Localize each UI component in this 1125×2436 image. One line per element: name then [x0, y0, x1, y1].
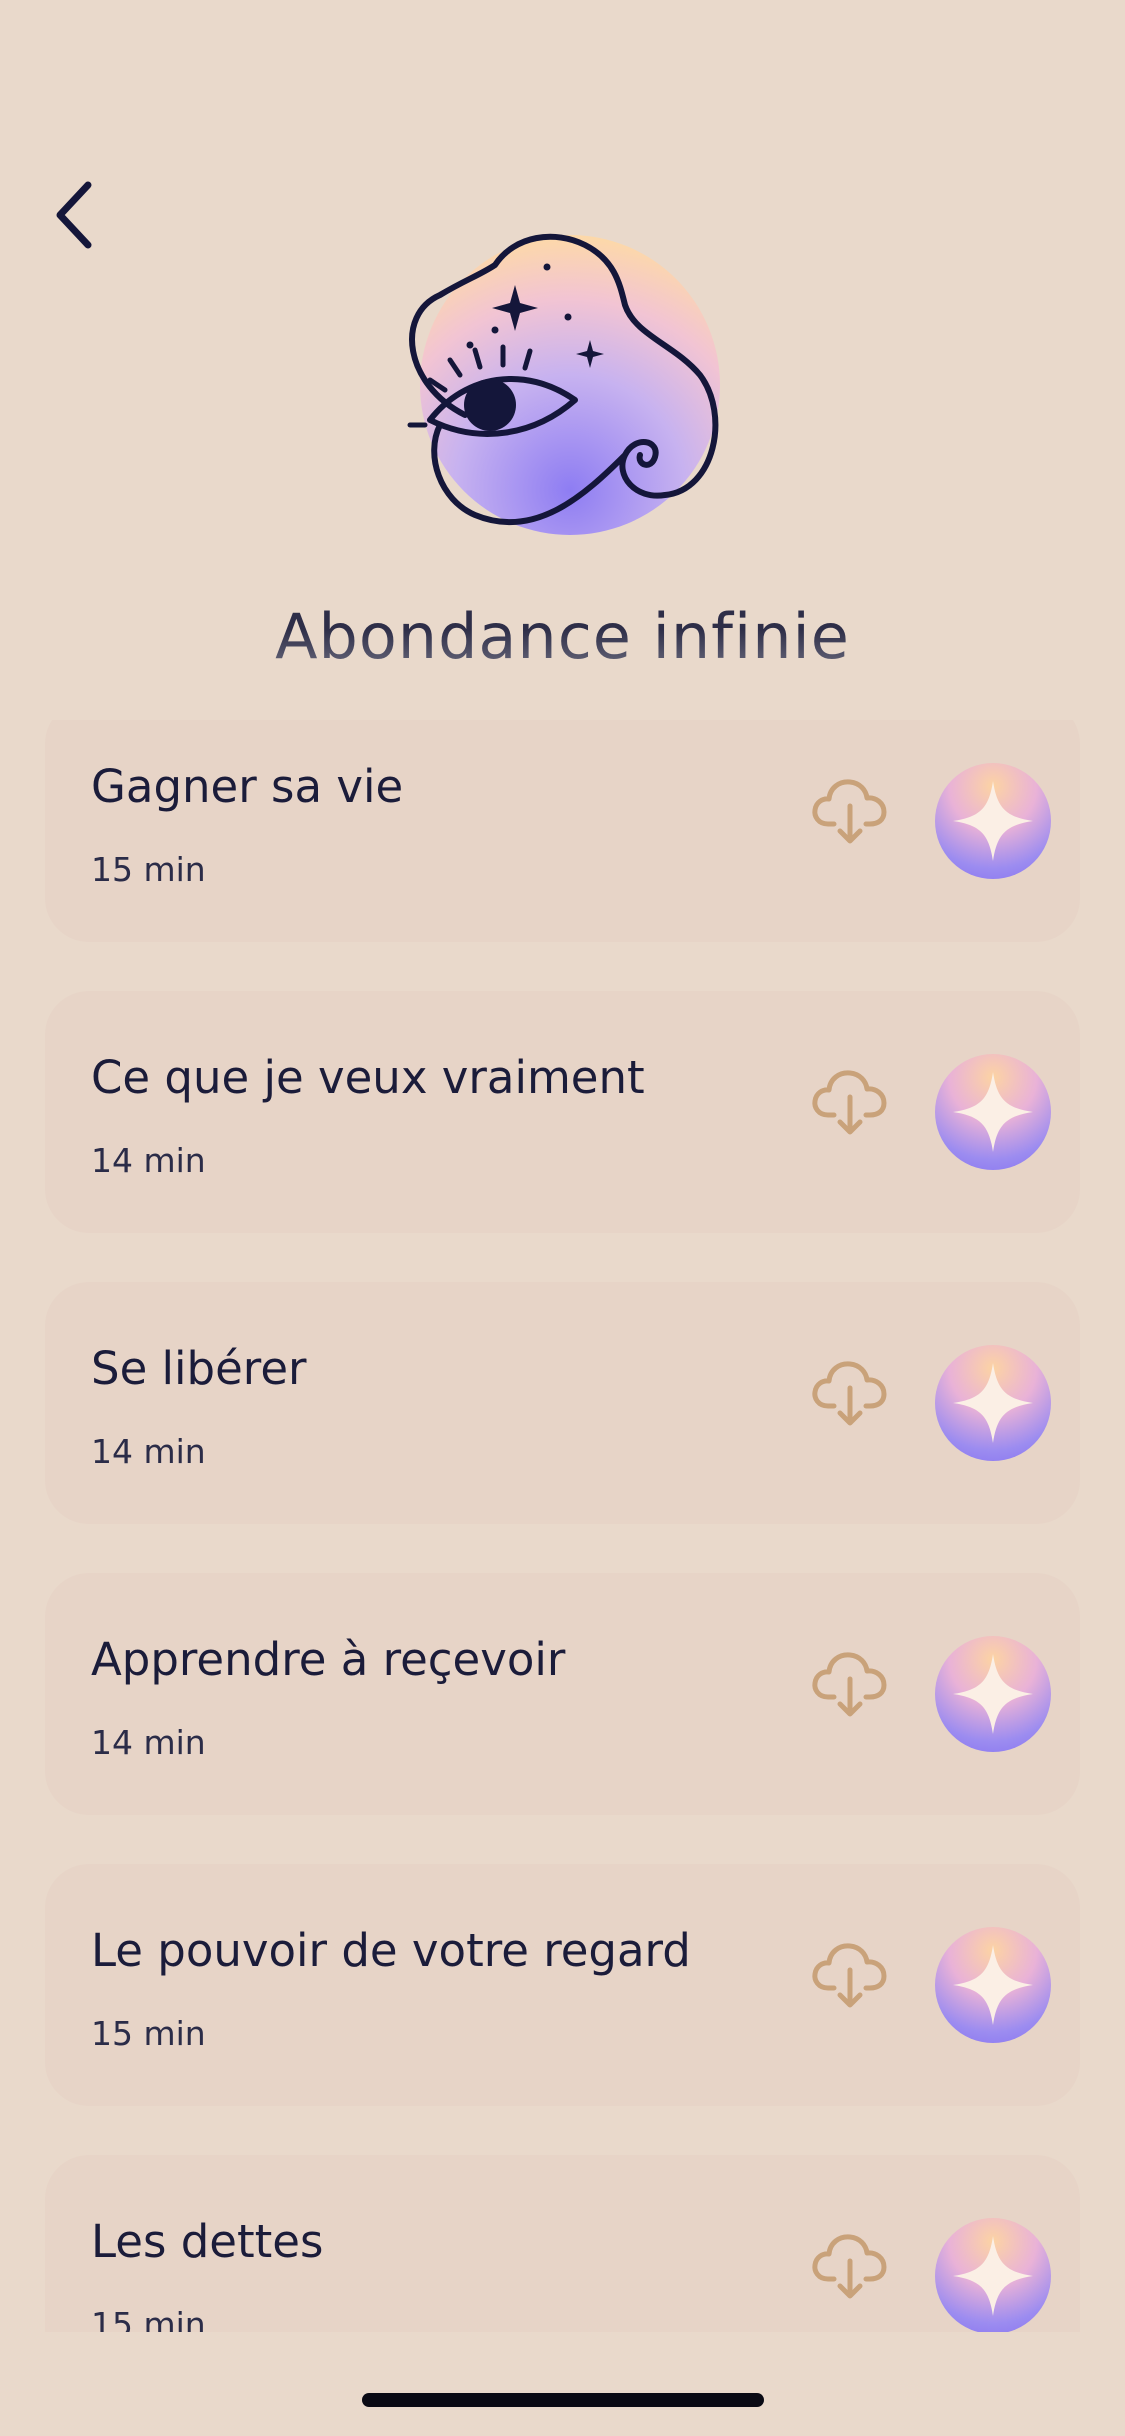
- page-title: Abondance infinie: [0, 600, 1125, 673]
- session-title: Ce que je veux vraiment: [91, 1051, 645, 1104]
- session-title: Se libérer: [91, 1342, 307, 1395]
- play-button[interactable]: [935, 1927, 1051, 2043]
- session-duration: 15 min: [91, 2305, 206, 2332]
- download-button[interactable]: [810, 1061, 890, 1141]
- play-button[interactable]: [935, 2218, 1051, 2332]
- home-indicator[interactable]: [362, 2393, 764, 2407]
- session-list-inner: Gagner sa vie 15 min Ce que je veux vrai…: [45, 720, 1080, 2332]
- download-button[interactable]: [810, 2225, 890, 2305]
- play-button[interactable]: [935, 1054, 1051, 1170]
- session-list[interactable]: Gagner sa vie 15 min Ce que je veux vrai…: [0, 720, 1125, 2332]
- session-card[interactable]: Ce que je veux vraiment 14 min: [45, 991, 1080, 1233]
- session-card[interactable]: Apprendre à reçevoir 14 min: [45, 1573, 1080, 1815]
- session-duration: 14 min: [91, 1432, 206, 1471]
- session-title: Les dettes: [91, 2215, 324, 2268]
- download-button[interactable]: [810, 1934, 890, 2014]
- download-button[interactable]: [810, 1352, 890, 1432]
- session-duration: 15 min: [91, 2014, 206, 2053]
- session-card[interactable]: Se libérer 14 min: [45, 1282, 1080, 1524]
- download-button[interactable]: [810, 1643, 890, 1723]
- mystic-eye-cloud-illustration: [407, 233, 720, 535]
- hero-illustration: [385, 225, 740, 545]
- sparkle-star-icon: [953, 781, 1033, 861]
- back-button[interactable]: [40, 170, 110, 260]
- cloud-download-icon: [812, 1361, 887, 1426]
- play-button[interactable]: [935, 1345, 1051, 1461]
- sparkle-star-icon: [953, 1945, 1033, 2025]
- session-title: Le pouvoir de votre regard: [91, 1924, 691, 1977]
- cloud-download-icon: [812, 1070, 887, 1135]
- sparkle-star-icon: [953, 1072, 1033, 1152]
- chevron-left-icon: [56, 181, 92, 249]
- session-card[interactable]: Le pouvoir de votre regard 15 min: [45, 1864, 1080, 2106]
- session-title: Apprendre à reçevoir: [91, 1633, 566, 1686]
- play-button[interactable]: [935, 763, 1051, 879]
- download-button[interactable]: [810, 770, 890, 850]
- cloud-download-icon: [812, 2234, 887, 2299]
- session-duration: 15 min: [91, 850, 206, 889]
- sparkle-star-icon: [953, 2236, 1033, 2316]
- session-card[interactable]: Gagner sa vie 15 min: [45, 720, 1080, 942]
- cloud-download-icon: [812, 779, 887, 844]
- cloud-download-icon: [812, 1943, 887, 2008]
- session-title: Gagner sa vie: [91, 760, 404, 813]
- play-button[interactable]: [935, 1636, 1051, 1752]
- session-duration: 14 min: [91, 1723, 206, 1762]
- sparkle-star-icon: [953, 1654, 1033, 1734]
- sparkle-star-icon: [953, 1363, 1033, 1443]
- session-duration: 14 min: [91, 1141, 206, 1180]
- cloud-download-icon: [812, 1652, 887, 1717]
- session-card[interactable]: Les dettes 15 min: [45, 2155, 1080, 2332]
